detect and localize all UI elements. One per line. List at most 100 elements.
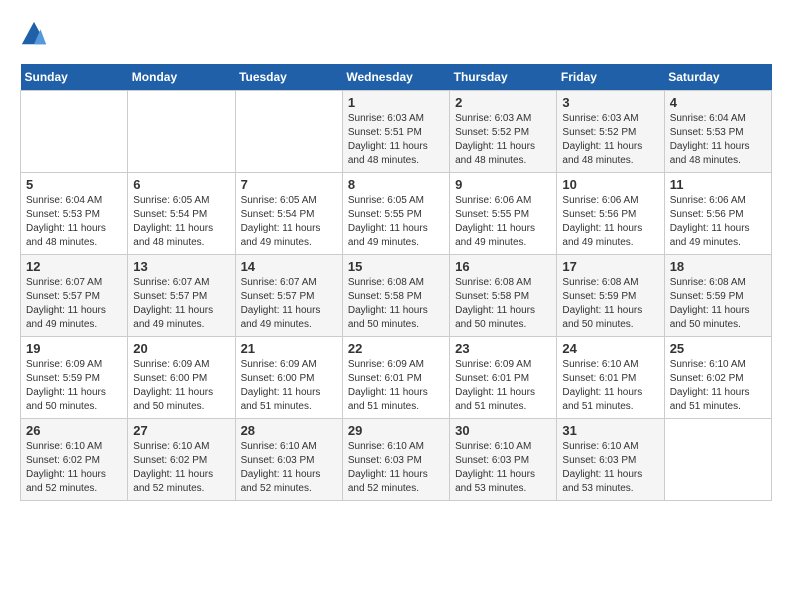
day-number: 24 bbox=[562, 341, 658, 356]
calendar-cell: 30 Sunrise: 6:10 AM Sunset: 6:03 PM Dayli… bbox=[450, 419, 557, 501]
day-info: Sunrise: 6:10 AM Sunset: 6:03 PM Dayligh… bbox=[348, 440, 444, 496]
calendar-cell: 31Sunrise: 6:10 AM Sunset: 6:03 PM Dayli… bbox=[557, 419, 664, 501]
calendar-cell: 3 Sunrise: 6:03 AM Sunset: 5:52 PM Daylig… bbox=[557, 91, 664, 173]
calendar-cell: 11 Sunrise: 6:06 AM Sunset: 5:56 PM Dayli… bbox=[664, 173, 771, 255]
calendar-cell: 19 Sunrise: 6:09 AM Sunset: 5:59 PM Dayli… bbox=[21, 337, 128, 419]
calendar-cell bbox=[21, 91, 128, 173]
day-number: 30 bbox=[455, 423, 551, 438]
calendar-cell bbox=[128, 91, 235, 173]
day-info: Sunrise: 6:09 AM Sunset: 6:00 PM Dayligh… bbox=[133, 358, 229, 414]
calendar-cell: 24 Sunrise: 6:10 AM Sunset: 6:01 PM Dayli… bbox=[557, 337, 664, 419]
day-number: 3 bbox=[562, 95, 658, 110]
day-number: 4 bbox=[670, 95, 766, 110]
day-info: Sunrise: 6:03 AM Sunset: 5:52 PM Dayligh… bbox=[562, 112, 658, 168]
calendar-cell: 16 Sunrise: 6:08 AM Sunset: 5:58 PM Dayli… bbox=[450, 255, 557, 337]
calendar-cell: 4 Sunrise: 6:04 AM Sunset: 5:53 PM Daylig… bbox=[664, 91, 771, 173]
day-number: 26 bbox=[26, 423, 122, 438]
weekday-header-thursday: Thursday bbox=[450, 64, 557, 91]
calendar-cell: 13 Sunrise: 6:07 AM Sunset: 5:57 PM Dayli… bbox=[128, 255, 235, 337]
day-info: Sunrise: 6:06 AM Sunset: 5:55 PM Dayligh… bbox=[455, 194, 551, 250]
logo-icon bbox=[20, 20, 48, 48]
calendar-cell: 2 Sunrise: 6:03 AM Sunset: 5:52 PM Daylig… bbox=[450, 91, 557, 173]
calendar-cell: 12 Sunrise: 6:07 AM Sunset: 5:57 PM Dayli… bbox=[21, 255, 128, 337]
day-info: Sunrise: 6:09 AM Sunset: 6:01 PM Dayligh… bbox=[455, 358, 551, 414]
day-info: Sunrise: 6:09 AM Sunset: 6:01 PM Dayligh… bbox=[348, 358, 444, 414]
calendar-cell: 5 Sunrise: 6:04 AM Sunset: 5:53 PM Daylig… bbox=[21, 173, 128, 255]
calendar-week-3: 12 Sunrise: 6:07 AM Sunset: 5:57 PM Dayli… bbox=[21, 255, 772, 337]
day-info: Sunrise: 6:08 AM Sunset: 5:58 PM Dayligh… bbox=[348, 276, 444, 332]
calendar-week-5: 26 Sunrise: 6:10 AM Sunset: 6:02 PM Dayli… bbox=[21, 419, 772, 501]
calendar-week-2: 5 Sunrise: 6:04 AM Sunset: 5:53 PM Daylig… bbox=[21, 173, 772, 255]
day-number: 19 bbox=[26, 341, 122, 356]
calendar-cell: 22 Sunrise: 6:09 AM Sunset: 6:01 PM Dayli… bbox=[342, 337, 449, 419]
day-info: Sunrise: 6:10 AM Sunset: 6:03 PM Dayligh… bbox=[455, 440, 551, 496]
day-info: Sunrise: 6:06 AM Sunset: 5:56 PM Dayligh… bbox=[670, 194, 766, 250]
calendar-cell: 21Sunrise: 6:09 AM Sunset: 6:00 PM Dayli… bbox=[235, 337, 342, 419]
day-number: 28 bbox=[241, 423, 337, 438]
day-info: Sunrise: 6:10 AM Sunset: 6:03 PM Dayligh… bbox=[562, 440, 658, 496]
day-info: Sunrise: 6:05 AM Sunset: 5:54 PM Dayligh… bbox=[133, 194, 229, 250]
day-info: Sunrise: 6:10 AM Sunset: 6:01 PM Dayligh… bbox=[562, 358, 658, 414]
day-number: 13 bbox=[133, 259, 229, 274]
day-number: 9 bbox=[455, 177, 551, 192]
calendar-cell: 8Sunrise: 6:05 AM Sunset: 5:55 PM Daylig… bbox=[342, 173, 449, 255]
weekday-header-friday: Friday bbox=[557, 64, 664, 91]
weekday-header-tuesday: Tuesday bbox=[235, 64, 342, 91]
day-info: Sunrise: 6:10 AM Sunset: 6:02 PM Dayligh… bbox=[670, 358, 766, 414]
day-number: 20 bbox=[133, 341, 229, 356]
calendar-cell: 26 Sunrise: 6:10 AM Sunset: 6:02 PM Dayli… bbox=[21, 419, 128, 501]
calendar-cell: 14 Sunrise: 6:07 AM Sunset: 5:57 PM Dayli… bbox=[235, 255, 342, 337]
calendar-cell: 15Sunrise: 6:08 AM Sunset: 5:58 PM Dayli… bbox=[342, 255, 449, 337]
day-info: Sunrise: 6:03 AM Sunset: 5:52 PM Dayligh… bbox=[455, 112, 551, 168]
day-info: Sunrise: 6:10 AM Sunset: 6:02 PM Dayligh… bbox=[26, 440, 122, 496]
day-info: Sunrise: 6:07 AM Sunset: 5:57 PM Dayligh… bbox=[26, 276, 122, 332]
calendar-cell: 17 Sunrise: 6:08 AM Sunset: 5:59 PM Dayli… bbox=[557, 255, 664, 337]
day-info: Sunrise: 6:09 AM Sunset: 5:59 PM Dayligh… bbox=[26, 358, 122, 414]
calendar-cell: 28 Sunrise: 6:10 AM Sunset: 6:03 PM Dayli… bbox=[235, 419, 342, 501]
calendar-cell: 1Sunrise: 6:03 AM Sunset: 5:51 PM Daylig… bbox=[342, 91, 449, 173]
calendar-cell: 20 Sunrise: 6:09 AM Sunset: 6:00 PM Dayli… bbox=[128, 337, 235, 419]
calendar-cell: 25 Sunrise: 6:10 AM Sunset: 6:02 PM Dayli… bbox=[664, 337, 771, 419]
day-number: 11 bbox=[670, 177, 766, 192]
day-info: Sunrise: 6:04 AM Sunset: 5:53 PM Dayligh… bbox=[26, 194, 122, 250]
day-number: 12 bbox=[26, 259, 122, 274]
logo bbox=[20, 20, 52, 48]
calendar-week-4: 19 Sunrise: 6:09 AM Sunset: 5:59 PM Dayli… bbox=[21, 337, 772, 419]
weekday-header-monday: Monday bbox=[128, 64, 235, 91]
weekday-header-saturday: Saturday bbox=[664, 64, 771, 91]
day-number: 7 bbox=[241, 177, 337, 192]
day-info: Sunrise: 6:10 AM Sunset: 6:02 PM Dayligh… bbox=[133, 440, 229, 496]
weekday-header-sunday: Sunday bbox=[21, 64, 128, 91]
day-info: Sunrise: 6:07 AM Sunset: 5:57 PM Dayligh… bbox=[241, 276, 337, 332]
day-number: 22 bbox=[348, 341, 444, 356]
day-number: 29 bbox=[348, 423, 444, 438]
day-info: Sunrise: 6:03 AM Sunset: 5:51 PM Dayligh… bbox=[348, 112, 444, 168]
calendar-cell: 18 Sunrise: 6:08 AM Sunset: 5:59 PM Dayli… bbox=[664, 255, 771, 337]
day-info: Sunrise: 6:07 AM Sunset: 5:57 PM Dayligh… bbox=[133, 276, 229, 332]
day-number: 17 bbox=[562, 259, 658, 274]
calendar-table: SundayMondayTuesdayWednesdayThursdayFrid… bbox=[20, 64, 772, 501]
day-number: 27 bbox=[133, 423, 229, 438]
day-number: 16 bbox=[455, 259, 551, 274]
day-info: Sunrise: 6:04 AM Sunset: 5:53 PM Dayligh… bbox=[670, 112, 766, 168]
day-info: Sunrise: 6:10 AM Sunset: 6:03 PM Dayligh… bbox=[241, 440, 337, 496]
day-info: Sunrise: 6:08 AM Sunset: 5:59 PM Dayligh… bbox=[670, 276, 766, 332]
calendar-cell: 23 Sunrise: 6:09 AM Sunset: 6:01 PM Dayli… bbox=[450, 337, 557, 419]
calendar-cell: 6Sunrise: 6:05 AM Sunset: 5:54 PM Daylig… bbox=[128, 173, 235, 255]
day-info: Sunrise: 6:08 AM Sunset: 5:58 PM Dayligh… bbox=[455, 276, 551, 332]
calendar-cell: 10Sunrise: 6:06 AM Sunset: 5:56 PM Dayli… bbox=[557, 173, 664, 255]
day-info: Sunrise: 6:08 AM Sunset: 5:59 PM Dayligh… bbox=[562, 276, 658, 332]
calendar-cell: 27 Sunrise: 6:10 AM Sunset: 6:02 PM Dayli… bbox=[128, 419, 235, 501]
day-number: 25 bbox=[670, 341, 766, 356]
day-number: 14 bbox=[241, 259, 337, 274]
day-number: 18 bbox=[670, 259, 766, 274]
day-number: 23 bbox=[455, 341, 551, 356]
day-info: Sunrise: 6:05 AM Sunset: 5:55 PM Dayligh… bbox=[348, 194, 444, 250]
day-number: 2 bbox=[455, 95, 551, 110]
weekday-header-row: SundayMondayTuesdayWednesdayThursdayFrid… bbox=[21, 64, 772, 91]
calendar-cell: 29 Sunrise: 6:10 AM Sunset: 6:03 PM Dayli… bbox=[342, 419, 449, 501]
day-info: Sunrise: 6:05 AM Sunset: 5:54 PM Dayligh… bbox=[241, 194, 337, 250]
calendar-cell: 9 Sunrise: 6:06 AM Sunset: 5:55 PM Daylig… bbox=[450, 173, 557, 255]
page-header bbox=[20, 20, 772, 48]
day-number: 5 bbox=[26, 177, 122, 192]
